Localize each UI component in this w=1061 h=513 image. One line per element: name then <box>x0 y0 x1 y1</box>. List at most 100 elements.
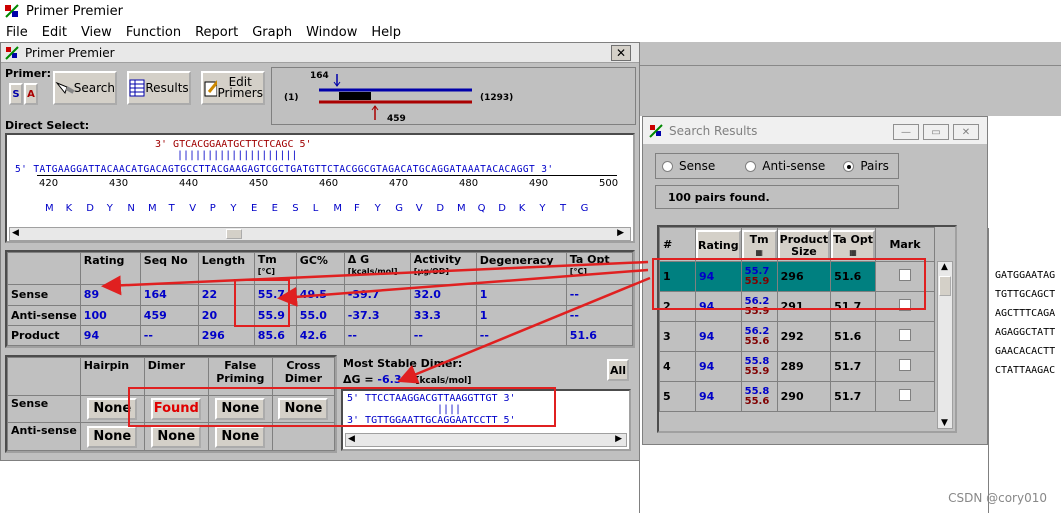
table-row[interactable]: 4 94 55.8 55.9 289 51.7 <box>659 351 935 382</box>
row-number: 1 <box>659 261 696 292</box>
map-graphic <box>319 74 472 120</box>
table-row[interactable]: Sense 89 164 22 55.7 49.5 -39.7 32.0 1 -… <box>7 284 634 306</box>
radio-sense[interactable]: Sense <box>662 159 715 173</box>
table-row[interactable]: 2 94 56.2 55.9 291 51.7 <box>659 291 935 322</box>
row-ta-opt: 51.7 <box>830 351 876 382</box>
amino-acid: L <box>312 203 319 214</box>
cell: 1 <box>475 304 567 326</box>
amino-acid: D <box>86 203 94 214</box>
header-ta-label: Ta Opt <box>833 232 873 246</box>
results-vertical-scrollbar[interactable]: ▲ ▼ <box>937 261 953 429</box>
scroll-thumb[interactable] <box>226 229 242 239</box>
amino-acid: G <box>580 203 589 214</box>
cell: 85.6 <box>253 324 297 347</box>
menu-graph[interactable]: Graph <box>252 25 292 40</box>
antisense-toggle-button[interactable]: A <box>24 83 38 105</box>
row-rating: 94 <box>695 351 742 382</box>
table-row[interactable]: 1 94 55.7 55.9 296 51.6 <box>659 261 935 292</box>
menu-edit[interactable]: Edit <box>42 25 67 40</box>
row-size: 290 <box>776 381 832 412</box>
sense-strand-seq: 5' TATGAAGGATTACAACATGACAGTGCCTTACGAAGAG… <box>15 164 554 175</box>
mark-checkbox[interactable] <box>899 329 911 341</box>
row-mark-cell <box>875 381 935 412</box>
maximize-icon[interactable]: ▭ <box>923 124 949 140</box>
header-rating-cell: Rating <box>695 227 742 262</box>
false-priming-antisense-button[interactable]: None <box>215 425 266 448</box>
mark-checkbox[interactable] <box>899 359 911 371</box>
table-row[interactable]: 5 94 55.8 55.6 290 51.7 <box>659 381 935 412</box>
menu-help[interactable]: Help <box>371 25 401 40</box>
hairpin-antisense-button[interactable]: None <box>87 425 138 448</box>
scroll-left-icon[interactable]: ◀ <box>348 434 355 444</box>
amino-acid: K <box>65 203 73 214</box>
all-button[interactable]: All <box>607 359 629 381</box>
scroll-right-icon[interactable]: ▶ <box>615 434 622 444</box>
menu-file[interactable]: File <box>6 25 28 40</box>
row-rating: 94 <box>695 381 742 412</box>
header-activity: Activity [μg/OD] <box>409 251 477 286</box>
dimer-scrollbar[interactable]: ◀ ▶ <box>345 433 627 447</box>
results-table-icon <box>129 79 145 97</box>
scroll-right-icon[interactable]: ▶ <box>617 228 624 238</box>
menu-function[interactable]: Function <box>126 25 181 40</box>
menu-view[interactable]: View <box>81 25 112 40</box>
amino-acid: Y <box>230 203 237 214</box>
sequence-viewer[interactable]: 3' GTCACGGAATGCTTCTCAGC 5' |||||||||||||… <box>5 133 635 243</box>
app-icon <box>5 45 19 60</box>
row-ta-opt: 51.7 <box>830 381 876 412</box>
menu-report[interactable]: Report <box>195 25 238 40</box>
scroll-thumb[interactable] <box>939 276 951 296</box>
amino-acid: Y <box>539 203 546 214</box>
minimize-icon[interactable]: — <box>893 124 919 140</box>
radio-antisense-circle[interactable] <box>745 161 757 172</box>
dimer-antisense-button[interactable]: None <box>151 425 202 448</box>
translation-row: MKDYNMTVPYEESLMFYGVDMQDKYTG <box>45 203 625 217</box>
menu-window[interactable]: Window <box>306 25 357 40</box>
header-gc: GC% <box>295 251 345 286</box>
amino-acid: D <box>436 203 445 214</box>
radio-pairs-circle[interactable] <box>843 161 855 172</box>
scroll-left-icon[interactable]: ◀ <box>12 228 19 238</box>
dimer-sense-button[interactable]: Found <box>151 397 202 420</box>
amino-acid: T <box>560 203 567 214</box>
mark-checkbox[interactable] <box>899 389 911 401</box>
table-row[interactable]: 3 94 56.2 55.6 292 51.6 <box>659 321 935 352</box>
close-icon[interactable]: ✕ <box>611 45 631 61</box>
scroll-down-icon[interactable]: ▼ <box>941 418 948 428</box>
sort-tm-button[interactable]: Tm ▦ <box>741 229 777 260</box>
sense-toggle-button[interactable]: S <box>9 83 23 105</box>
amino-acid: P <box>209 203 216 214</box>
sort-rating-button[interactable]: Rating <box>696 229 741 260</box>
search-button[interactable]: Search <box>53 71 117 105</box>
sort-ta-opt-button[interactable]: Ta Opt ▦ <box>831 229 875 260</box>
flashlight-icon <box>55 81 74 95</box>
cell: -- <box>343 324 411 347</box>
radio-antisense[interactable]: Anti-sense <box>745 159 825 173</box>
cross-dimer-button[interactable]: None <box>278 397 329 420</box>
sort-size-button[interactable]: Product Size <box>777 229 831 260</box>
cell: 94 <box>79 324 141 347</box>
close-icon[interactable]: ✕ <box>953 124 979 140</box>
radio-sense-circle[interactable] <box>662 161 673 172</box>
hairpin-sense-button[interactable]: None <box>87 397 138 420</box>
seq-line: AGCTTTCAGA <box>995 308 1056 319</box>
false-priming-sense-button[interactable]: None <box>215 397 266 420</box>
cell: None <box>207 394 273 424</box>
table-row[interactable]: Product 94 -- 296 85.6 42.6 -- -- -- 51.… <box>7 324 634 347</box>
scroll-up-icon[interactable]: ▲ <box>941 262 948 272</box>
header-mark: Mark <box>875 227 935 262</box>
table-row[interactable]: Anti-sense 100 459 20 55.9 55.0 -37.3 33… <box>7 304 634 326</box>
cell: 296 <box>197 324 255 347</box>
edit-primers-button[interactable]: Edit Primers <box>201 71 265 105</box>
row-size: 289 <box>776 351 832 382</box>
cell: 55.9 <box>253 304 297 326</box>
mark-checkbox[interactable] <box>899 299 911 311</box>
header-ta-opt-unit: [°C] <box>569 267 587 276</box>
primer-map: 164 (1) (1293) 459 <box>271 67 636 125</box>
results-button[interactable]: Results <box>127 71 191 105</box>
header-tm-label: Tm <box>257 253 277 266</box>
mark-checkbox[interactable] <box>899 269 911 281</box>
row-tm-antisense: 55.9 <box>744 305 770 317</box>
horizontal-scrollbar[interactable]: ◀ ▶ <box>9 227 631 241</box>
radio-pairs[interactable]: Pairs <box>843 159 889 173</box>
